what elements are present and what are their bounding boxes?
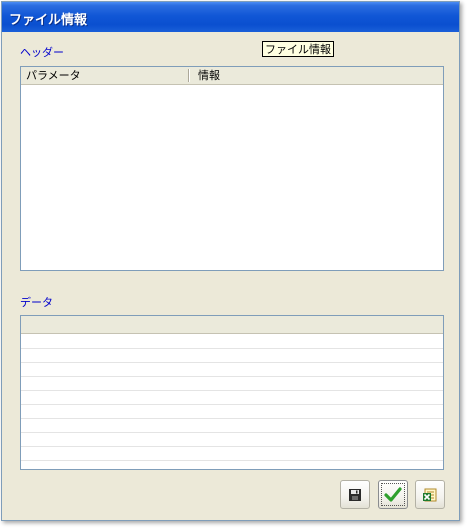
- file-info-window: ファイル情報 ヘッダー ファイル情報 パラメータ 情報 データ: [1, 1, 460, 521]
- grid-row-line: [21, 348, 443, 349]
- data-grid[interactable]: [20, 315, 444, 470]
- grid-row-line: [21, 390, 443, 391]
- grid-row-line: [21, 460, 443, 461]
- header-list-column-row: パラメータ 情報: [21, 67, 443, 85]
- header-list-view[interactable]: パラメータ 情報: [20, 66, 444, 271]
- header-section-label: ヘッダー: [20, 46, 64, 59]
- file-info-tag: ファイル情報: [262, 41, 334, 57]
- column-header-info[interactable]: 情報: [193, 67, 443, 84]
- grid-row-line: [21, 404, 443, 405]
- export-excel-button[interactable]: [415, 480, 445, 509]
- column-divider[interactable]: [188, 69, 189, 82]
- grid-row-line: [21, 446, 443, 447]
- data-section-label: データ: [20, 296, 53, 309]
- grid-row-line: [21, 432, 443, 433]
- window-title: ファイル情報: [9, 13, 88, 28]
- column-header-parameter[interactable]: パラメータ: [21, 67, 189, 84]
- data-grid-header: [21, 316, 443, 334]
- ok-button[interactable]: [378, 480, 408, 509]
- grid-row-line: [21, 362, 443, 363]
- grid-row-line: [21, 376, 443, 377]
- grid-row-line: [21, 418, 443, 419]
- title-bar[interactable]: ファイル情報: [2, 2, 459, 32]
- save-button[interactable]: [340, 480, 370, 509]
